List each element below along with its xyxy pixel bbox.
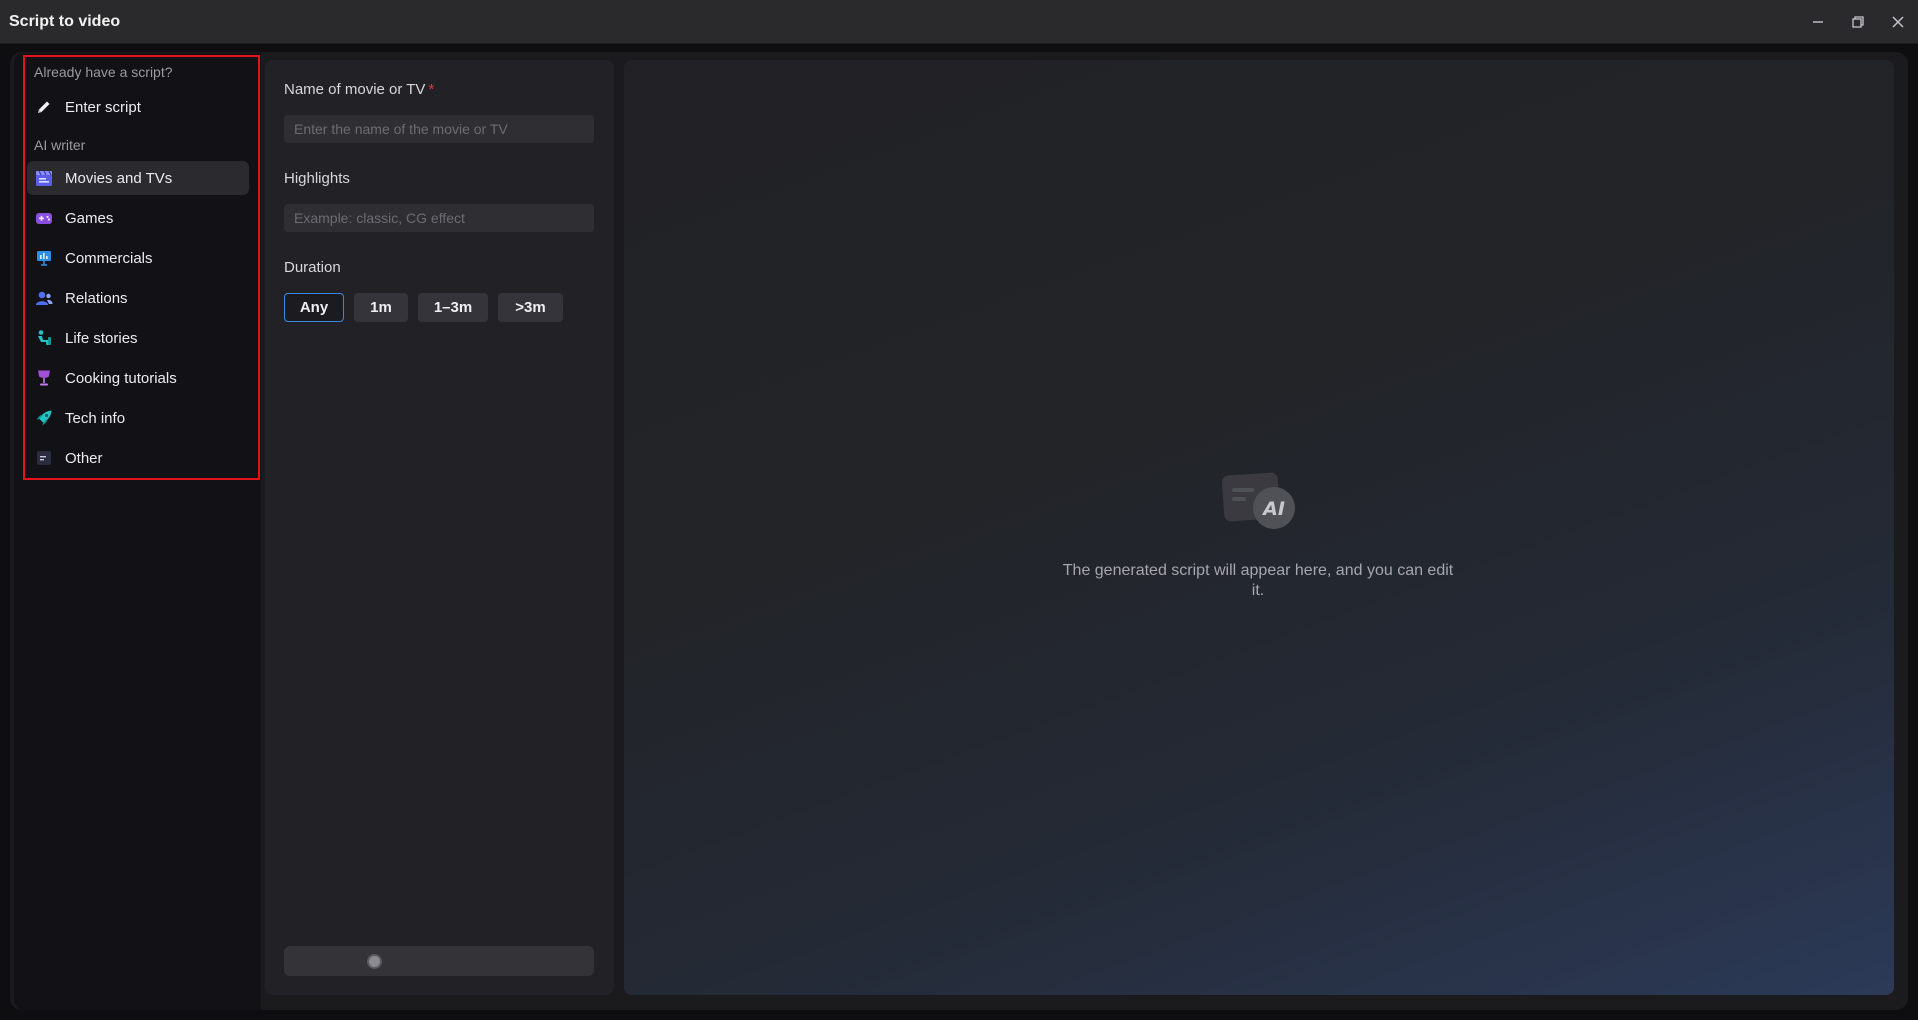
duration-option-over-3m[interactable]: >3m: [498, 293, 563, 322]
highlights-input[interactable]: [284, 204, 594, 232]
minimize-button[interactable]: [1798, 0, 1838, 44]
preview-placeholder-message: The generated script will appear here, a…: [1062, 562, 1454, 599]
title-bar: Script to video: [0, 0, 1918, 44]
person-seated-icon: [35, 329, 53, 347]
sidebar-item-label: Relations: [65, 289, 128, 307]
name-field-label: Name of movie or TV *: [284, 81, 434, 98]
sidebar-item-tech-info[interactable]: Tech info: [27, 401, 249, 435]
sidebar-item-games[interactable]: Games: [27, 201, 249, 235]
duration-option-1-3m[interactable]: 1–3m: [418, 293, 488, 322]
duration-label: Duration: [284, 259, 341, 276]
name-label-text: Name of movie or TV: [284, 81, 426, 98]
section-heading-ai-writer: AI writer: [34, 137, 86, 153]
required-mark: *: [428, 81, 435, 98]
sidebar-item-cooking-tutorials[interactable]: Cooking tutorials: [27, 361, 249, 395]
pencil-icon: [35, 98, 53, 116]
sidebar-item-label: Movies and TVs: [65, 169, 173, 187]
sidebar-item-label: Cooking tutorials: [65, 369, 177, 387]
highlights-label: Highlights: [284, 170, 350, 187]
sidebar-item-label: Games: [65, 209, 114, 227]
people-icon: [35, 289, 53, 307]
restore-icon: [1852, 16, 1864, 28]
restore-button[interactable]: [1838, 0, 1878, 44]
form-panel: [265, 60, 614, 995]
movie-name-input[interactable]: [284, 115, 594, 143]
sidebar-item-label: Other: [65, 449, 103, 467]
billboard-icon: [35, 249, 53, 267]
rocket-icon: [35, 409, 53, 427]
close-icon: [1892, 16, 1904, 28]
gamepad-icon: [35, 209, 53, 227]
sidebar-item-label: Tech info: [65, 409, 126, 427]
window-title: Script to video: [9, 12, 121, 30]
loading-spinner-icon: [367, 954, 382, 969]
close-button[interactable]: [1878, 0, 1918, 44]
generate-button[interactable]: [284, 946, 594, 976]
sidebar-item-life-stories[interactable]: Life stories: [27, 321, 249, 355]
minimize-icon: [1813, 21, 1823, 23]
goblet-icon: [35, 369, 53, 387]
document-icon: [35, 449, 53, 467]
enter-script-button[interactable]: Enter script: [27, 90, 249, 124]
section-heading-existing-script: Already have a script?: [34, 64, 173, 80]
ai-script-icon: AI: [1220, 470, 1300, 534]
sidebar-item-other[interactable]: Other: [27, 441, 249, 475]
sidebar-item-relations[interactable]: Relations: [27, 281, 249, 315]
window-controls: [1798, 0, 1918, 44]
duration-option-1m[interactable]: 1m: [354, 293, 408, 322]
clapperboard-icon: [35, 169, 53, 187]
sidebar-item-movies-and-tvs[interactable]: Movies and TVs: [27, 161, 249, 195]
sidebar-item-label: Life stories: [65, 329, 138, 347]
duration-option-any[interactable]: Any: [284, 293, 344, 322]
sidebar-item-label: Commercials: [65, 249, 153, 267]
svg-text:AI: AI: [1261, 498, 1285, 520]
sidebar-item-commercials[interactable]: Commercials: [27, 241, 249, 275]
enter-script-label: Enter script: [65, 98, 141, 116]
